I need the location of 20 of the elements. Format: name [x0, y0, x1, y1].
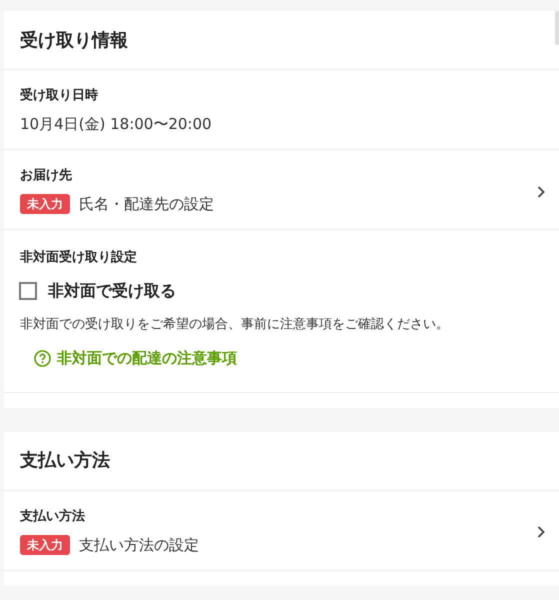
status-badge: 未入力 [20, 194, 70, 214]
section-title: 受け取り情報 [20, 28, 128, 52]
field-label: 支払い方法 [20, 508, 86, 526]
field-value: 10月4日(金) 18:00〜20:00 [20, 114, 213, 135]
chevron-right-icon [537, 186, 545, 198]
chevron-right-icon [537, 526, 545, 538]
field-value: 氏名・配達先の設定 [79, 194, 214, 215]
field-label: 受け取り日時 [20, 86, 99, 105]
checkbox-option[interactable]: 非対面で受け取る [19, 279, 176, 303]
checkbox[interactable] [19, 282, 37, 300]
status-badge: 未入力 [20, 534, 70, 554]
scrollbar-thumb[interactable] [555, 11, 559, 45]
field-label: 非対面受け取り設定 [20, 248, 138, 267]
help-icon [34, 350, 51, 367]
field-value: 支払い方法の設定 [79, 534, 199, 556]
section-title: 支払い方法 [20, 449, 110, 473]
notice-text: 非対面での受け取りをご希望の場合、事前に注意事項をご確認ください。 [20, 316, 450, 334]
settings-row[interactable]: お届け先 未入力 氏名・配達先の設定 [4, 149, 559, 229]
field-label: お届け先 [20, 167, 73, 185]
settings-row[interactable]: 支払い方法 未入力 支払い方法の設定 [4, 490, 559, 570]
